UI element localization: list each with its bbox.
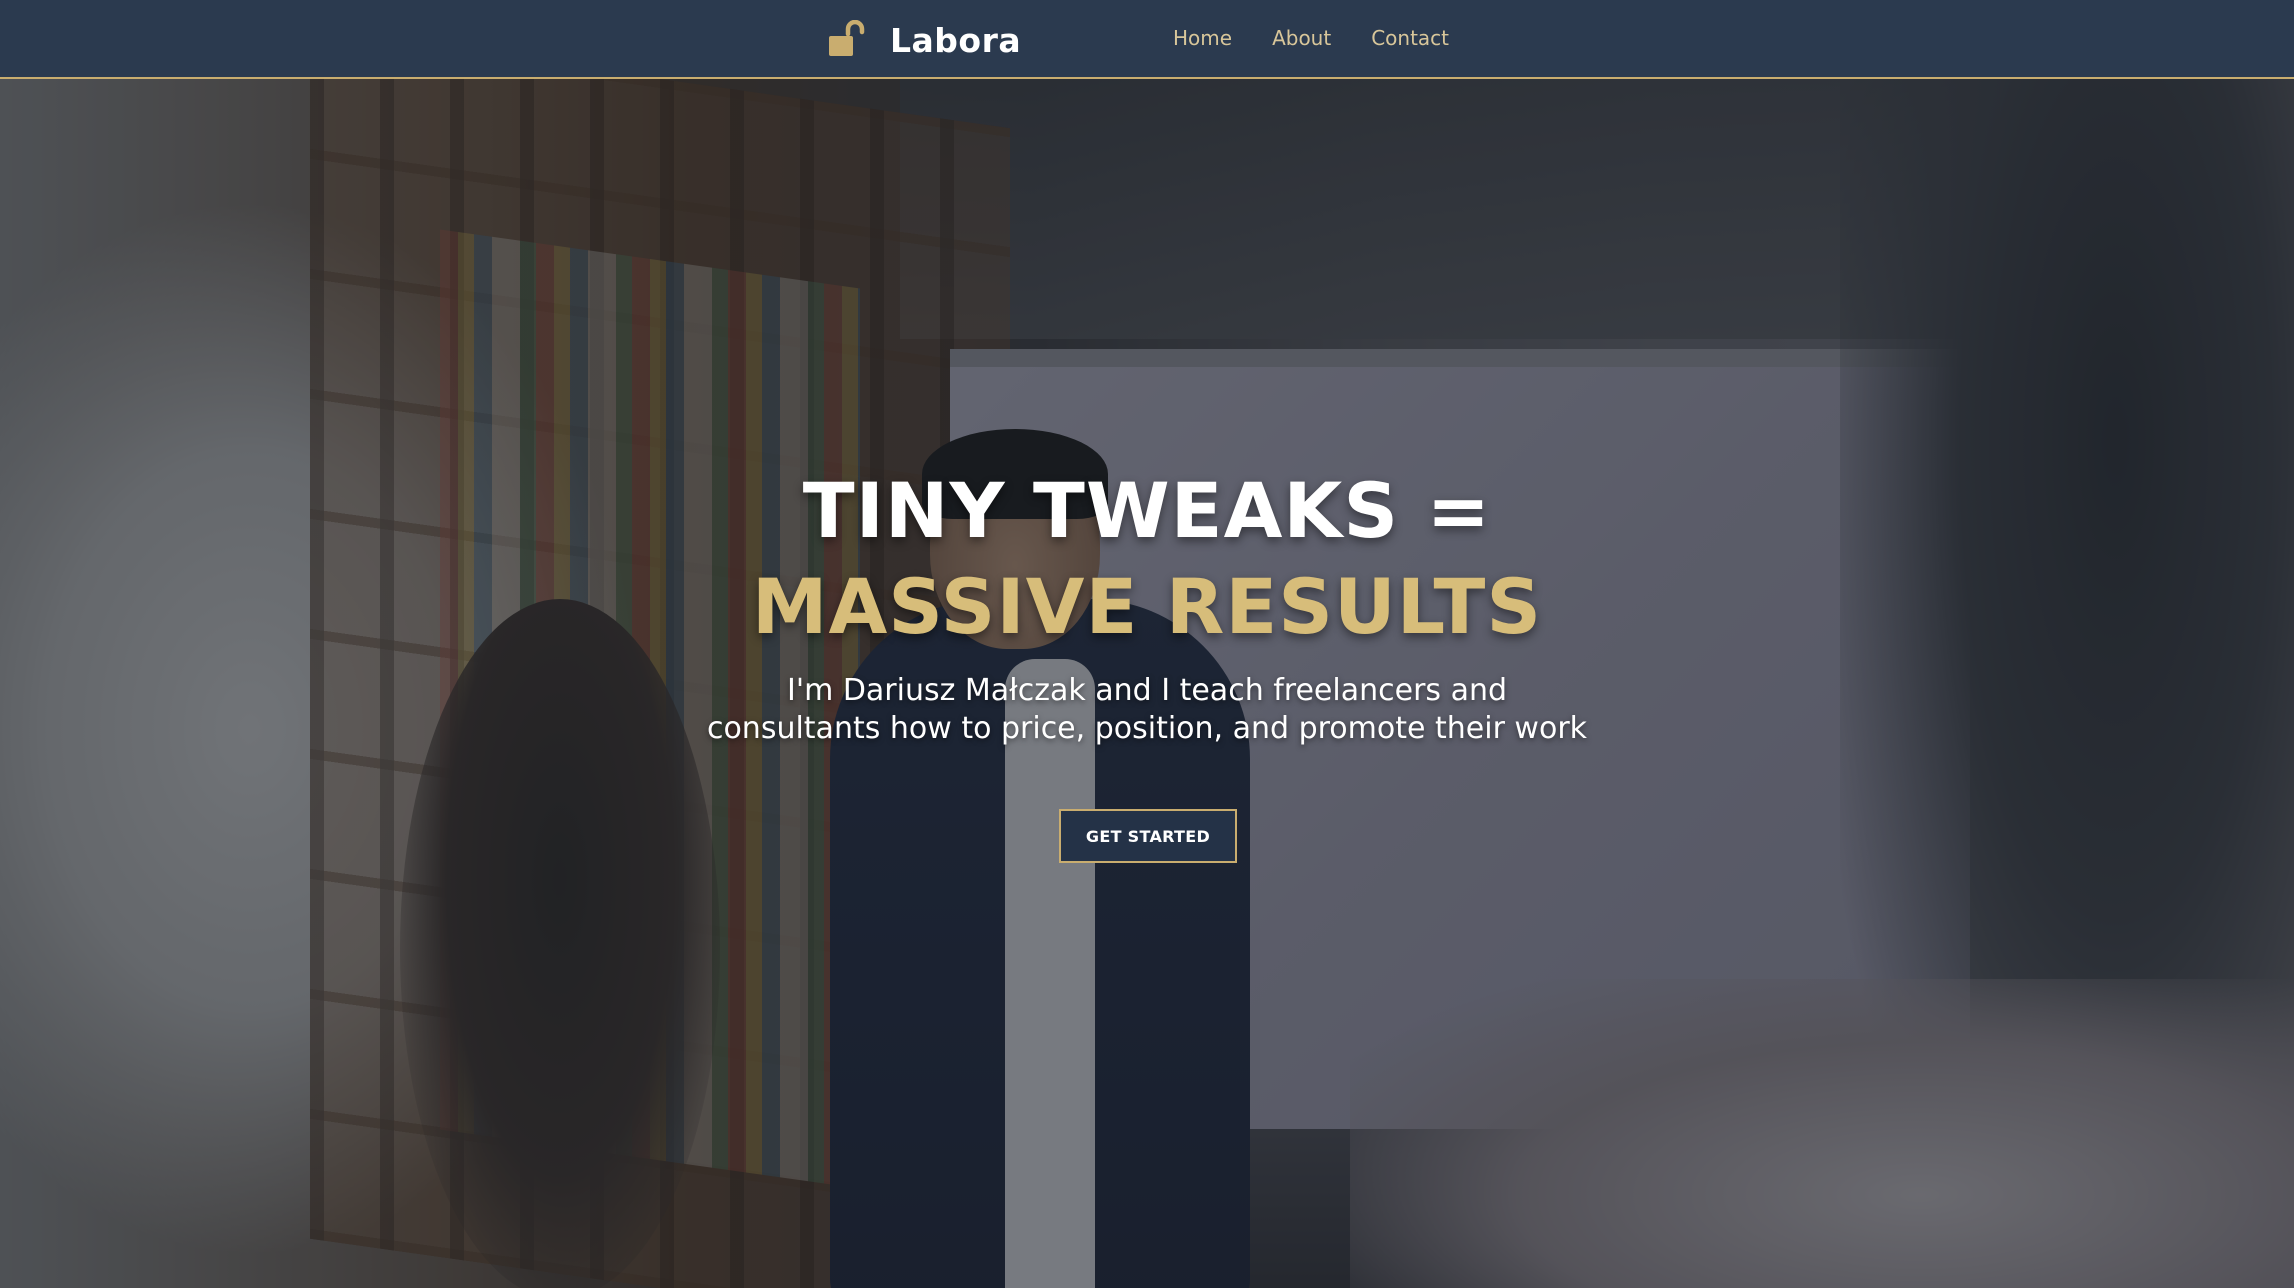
top-navbar: Labora Home About Contact (0, 0, 2294, 79)
landing-page: Labora Home About Contact TINY TWEAKS = … (0, 0, 2294, 1288)
hero-subtitle-line2: consultants how to price, position, and … (706, 711, 1588, 746)
hero-subtitle: I'm Dariusz Małczak and I teach freelanc… (0, 672, 2294, 748)
hero-headline-line2: MASSIVE RESULTS (751, 562, 1543, 651)
unlocked-padlock-icon (829, 20, 865, 56)
nav-link-about[interactable]: About (1272, 26, 1331, 50)
hero-subtitle-line1: I'm Dariusz Małczak and I teach freelanc… (786, 673, 1508, 708)
brand-name: Labora (890, 20, 1022, 60)
nav-menu: Home About Contact (1173, 26, 1449, 50)
nav-link-contact[interactable]: Contact (1371, 26, 1449, 50)
brand-logo[interactable]: Labora (826, 18, 1021, 62)
get-started-button[interactable]: GET STARTED (1059, 809, 1237, 863)
hero-headline-line1: TINY TWEAKS = (802, 466, 1492, 555)
nav-link-home[interactable]: Home (1173, 26, 1232, 50)
